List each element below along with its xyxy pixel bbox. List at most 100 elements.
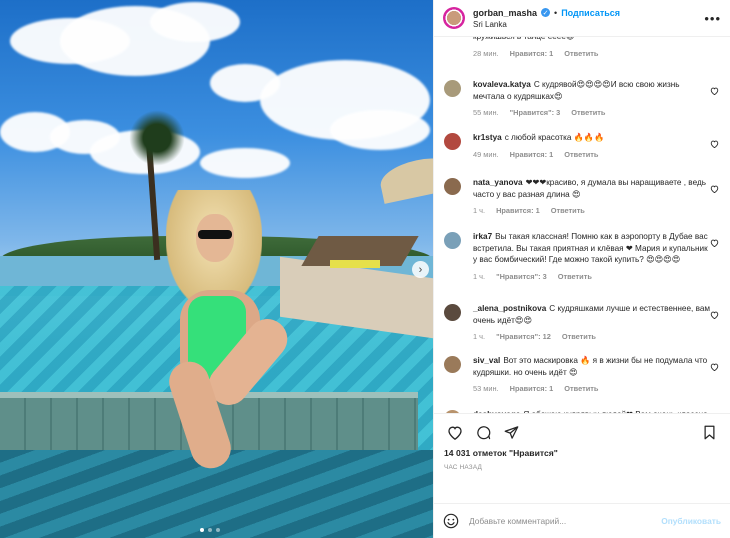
comments-list[interactable]: кружишься в танце ееее😍 28 мин. Нравится: …	[434, 37, 730, 413]
verified-badge-icon: ✓	[541, 8, 551, 17]
comment-likes[interactable]: "Нравится": 3	[496, 272, 547, 281]
share-icon[interactable]	[500, 421, 522, 443]
bookmark-icon[interactable]	[698, 421, 720, 443]
next-photo-button[interactable]: ›	[412, 261, 429, 278]
commenter-username[interactable]: kovaleva.katya	[473, 80, 531, 89]
comment-text-line: nata_yanova ❤❤❤красиво, я думала вы наращ…	[473, 177, 713, 200]
likes-number: 14 031	[444, 448, 471, 458]
comment-meta: 1 ч. "Нравится": 3 Ответить	[473, 272, 713, 281]
post-photo[interactable]: ›	[0, 0, 433, 538]
smile-icon[interactable]	[443, 513, 459, 529]
sunglasses	[198, 230, 232, 239]
commenter-avatar[interactable]	[444, 232, 461, 249]
chevron-right-icon: ›	[418, 263, 423, 276]
reply-button[interactable]: Ответить	[564, 49, 598, 58]
comment-likes[interactable]: "Нравится": 12	[496, 332, 551, 341]
comment-item: nata_yanova ❤❤❤красиво, я думала вы наращ…	[444, 177, 724, 215]
publish-button[interactable]: Опубликовать	[661, 516, 721, 526]
comment-time: 28 мин.	[473, 48, 499, 58]
comment-item: kovaleva.katya С кудрявой😍😍😍😍И всю свою ж…	[444, 79, 724, 117]
comment-body: _alena_postnikova С кудряшками лучше и ес…	[473, 303, 713, 341]
comment-likes[interactable]: Нравится: 1	[510, 150, 554, 159]
comment-likes[interactable]: Нравится: 1	[510, 384, 554, 393]
author-username[interactable]: gorban_masha	[473, 8, 537, 18]
comment-meta: 1 ч. "Нравится": 12 Ответить	[473, 332, 713, 341]
reply-button[interactable]: Ответить	[558, 272, 592, 281]
likes-count[interactable]: 14 031 отметок "Нравится"	[444, 448, 720, 458]
comment-item: kr1stya с любой красотка 🔥🔥🔥 49 мин. Нравит…	[444, 132, 724, 159]
comment-body: kovaleva.katya С кудрявой😍😍😍😍И всю свою ж…	[473, 79, 713, 117]
reply-button[interactable]: Ответить	[571, 108, 605, 117]
comment-like-heart-icon[interactable]	[710, 185, 719, 195]
comment-meta: 53 мин. Нравится: 1 Ответить	[473, 384, 713, 393]
post-location[interactable]: Sri Lanka	[473, 20, 704, 29]
commenter-username[interactable]: nata_yanova	[473, 178, 523, 187]
commenter-avatar[interactable]	[444, 304, 461, 321]
comment-body: кружишься в танце ееее😍 28 мин. Нравится: …	[473, 37, 713, 58]
carousel-dot	[208, 528, 212, 532]
comment-meta: 49 мин. Нравится: 1 Ответить	[473, 150, 713, 159]
comment-item: _alena_postnikova С кудряшками лучше и ес…	[444, 303, 724, 341]
comment-time: 55 мин.	[473, 108, 499, 117]
commenter-avatar[interactable]	[444, 356, 461, 373]
comment-likes[interactable]: Нравится: 1	[496, 206, 540, 215]
comment-text-line: irka7 Вы такая классная! Помню как в аэро…	[473, 231, 713, 266]
comment-icon[interactable]	[472, 421, 494, 443]
author-info: gorban_masha ✓ • Подписаться Sri Lanka	[473, 8, 704, 29]
comment-likes[interactable]: Нравится: 1	[510, 49, 554, 58]
comment-like-heart-icon[interactable]	[710, 363, 719, 373]
author-avatar[interactable]	[443, 7, 465, 29]
comment-body: nata_yanova ❤❤❤красиво, я думала вы наращ…	[473, 177, 713, 215]
post-sidebar: gorban_masha ✓ • Подписаться Sri Lanka •…	[433, 0, 730, 538]
commenter-username[interactable]: kr1stya	[473, 133, 502, 142]
reply-button[interactable]: Ответить	[564, 384, 598, 393]
add-comment-bar: Опубликовать	[434, 503, 730, 538]
comment-text: Вы такая классная! Помню как в аэропорту…	[473, 232, 708, 264]
comment-text-line: kovaleva.katya С кудрявой😍😍😍😍И всю свою ж…	[473, 79, 713, 102]
likes-word: отметок	[472, 448, 507, 458]
palm-leaves	[122, 108, 192, 168]
reply-button[interactable]: Ответить	[551, 206, 585, 215]
comment-text: с любой красотка 🔥🔥🔥	[504, 133, 605, 142]
reply-button[interactable]: Ответить	[564, 150, 598, 159]
comment-time: 1 ч.	[473, 271, 486, 281]
commenter-avatar[interactable]	[444, 178, 461, 195]
likes-suffix: "Нравится"	[509, 448, 558, 458]
carousel-dot	[216, 528, 220, 532]
comment-meta: 55 мин. "Нравится": 3 Ответить	[473, 108, 713, 117]
comment-body: siv_val Вот это маскировка 🔥 я в жизни бы…	[473, 355, 713, 393]
heart-icon[interactable]	[444, 421, 466, 443]
comment-body: irka7 Вы такая классная! Помню как в аэро…	[473, 231, 713, 281]
comment-item: siv_val Вот это маскировка 🔥 я в жизни бы…	[444, 355, 724, 393]
commenter-avatar[interactable]	[444, 133, 461, 150]
commenter-username[interactable]: _alena_postnikova	[473, 304, 546, 313]
more-options-icon[interactable]: •••	[704, 11, 721, 26]
comment-input[interactable]	[469, 516, 662, 526]
comment-item: кружишься в танце ееее😍 28 мин. Нравится: …	[444, 37, 724, 58]
comment-time: 1 ч.	[473, 206, 486, 215]
cloud	[150, 2, 240, 42]
cloud	[200, 148, 290, 178]
post-header: gorban_masha ✓ • Подписаться Sri Lanka •…	[434, 0, 730, 37]
comment-likes[interactable]: "Нравится": 3	[510, 108, 561, 117]
comment-meta: 28 мин. Нравится: 1 Ответить	[473, 49, 713, 58]
commenter-avatar[interactable]	[444, 80, 461, 97]
reply-button[interactable]: Ответить	[562, 332, 596, 341]
comment-like-heart-icon[interactable]	[710, 87, 719, 97]
comment-time: 1 ч.	[473, 332, 486, 341]
comment-like-heart-icon[interactable]	[710, 311, 719, 321]
comment-text: кружишься в танце ееее😍	[473, 37, 574, 41]
comment-like-heart-icon[interactable]	[710, 140, 719, 150]
comment-item: irka7 Вы такая классная! Помню как в аэро…	[444, 231, 724, 281]
follow-button[interactable]: Подписаться	[561, 8, 620, 18]
comment-text-line: _alena_postnikova С кудряшками лучше и ес…	[473, 303, 713, 326]
umbrella	[377, 152, 433, 204]
comment-meta: 1 ч. Нравится: 1 Ответить	[473, 206, 713, 215]
commenter-username[interactable]: siv_val	[473, 356, 500, 365]
post-viewer: › gorban_masha ✓ • Подписаться Sri Lanka…	[0, 0, 730, 538]
comment-like-heart-icon[interactable]	[710, 239, 719, 249]
header-separator: •	[554, 7, 558, 18]
commenter-username[interactable]: irka7	[473, 232, 492, 241]
carousel-dot	[200, 528, 204, 532]
comment-text-line: siv_val Вот это маскировка 🔥 я в жизни бы…	[473, 355, 713, 378]
